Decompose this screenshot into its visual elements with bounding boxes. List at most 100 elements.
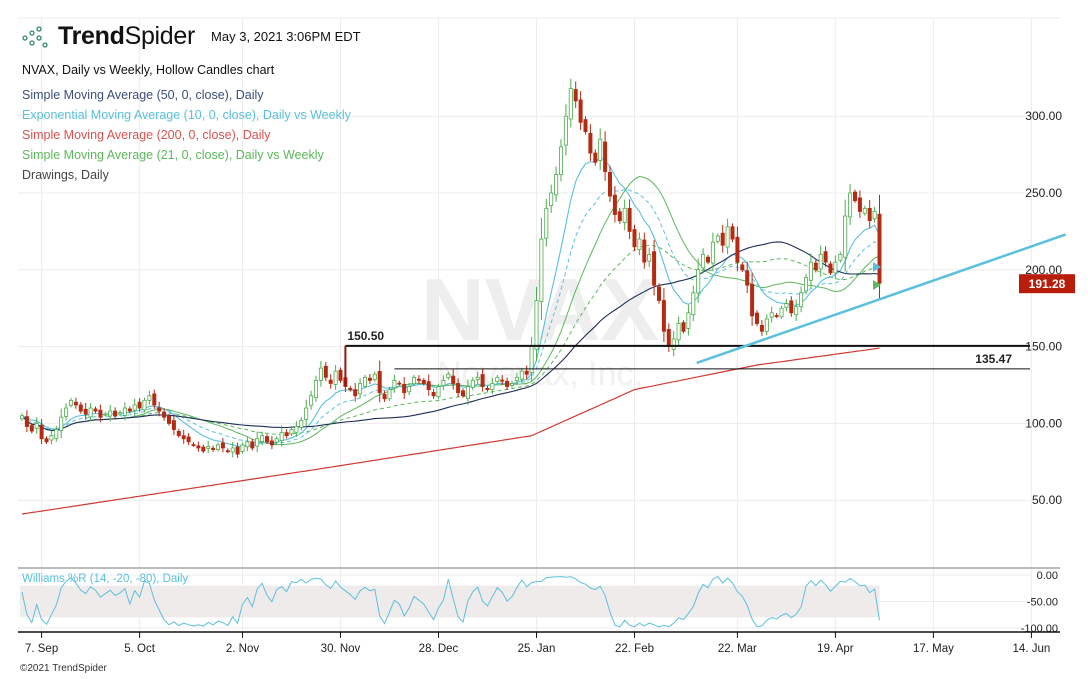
candle: [608, 172, 613, 197]
candle: [225, 450, 230, 453]
candle: [808, 261, 813, 281]
candle: [166, 415, 171, 424]
candle: [88, 407, 93, 418]
header: TrendSpider May 3, 2021 3:06PM EDT: [22, 22, 361, 51]
candle: [539, 238, 544, 302]
candle: [456, 383, 461, 394]
candle: [505, 380, 510, 387]
brand-bold: Trend: [58, 22, 125, 50]
legend-sma200[interactable]: Simple Moving Average (200, 0, close), D…: [22, 125, 351, 145]
candle: [103, 413, 108, 416]
candle: [416, 378, 421, 381]
candle: [500, 379, 505, 382]
legend-sma21[interactable]: Simple Moving Average (21, 0, close), Da…: [22, 145, 351, 165]
candle: [392, 379, 397, 389]
candle: [495, 376, 500, 383]
candle: [514, 376, 519, 382]
candle: [24, 416, 29, 427]
candle: [402, 383, 407, 394]
candle: [617, 211, 622, 222]
last-price-label: 191.28: [1029, 277, 1066, 291]
candle: [372, 373, 377, 380]
candle: [353, 389, 358, 397]
candle: [735, 236, 740, 263]
candle: [250, 441, 255, 449]
candle: [284, 432, 289, 437]
candle: [29, 425, 34, 432]
brand-logo: TrendSpider: [58, 22, 195, 51]
candle: [804, 277, 809, 292]
candle: [108, 410, 113, 417]
candle: [544, 207, 549, 239]
candle: [470, 379, 475, 388]
candle: [186, 436, 191, 443]
candle: [637, 238, 642, 250]
candle: [573, 89, 578, 102]
candle: [823, 251, 828, 263]
candle: [627, 207, 632, 232]
candle: [661, 300, 666, 332]
candle: [279, 432, 284, 442]
candle: [255, 438, 260, 447]
candle: [98, 409, 103, 418]
candle: [78, 404, 83, 412]
candle: [578, 99, 583, 123]
candle: [377, 371, 382, 394]
candle: [289, 429, 294, 435]
candle: [603, 141, 608, 172]
candle: [264, 436, 269, 443]
legend-drawings[interactable]: Drawings, Daily: [22, 165, 351, 185]
candle: [382, 394, 387, 400]
candle: [269, 440, 274, 446]
candle: [152, 393, 157, 406]
candle: [431, 391, 436, 397]
candle: [730, 226, 735, 240]
candle: [313, 379, 318, 398]
candle: [181, 435, 186, 440]
candle: [666, 328, 671, 347]
candle: [132, 404, 137, 411]
brand-light: Spider: [124, 22, 196, 50]
candle: [451, 375, 456, 384]
y-tick-label: 300.00: [1025, 109, 1062, 123]
candle: [632, 229, 637, 248]
oscillator-tick-label: -100.00: [1021, 623, 1058, 635]
oscillator-tick-label: -50.00: [1027, 597, 1058, 609]
candle: [568, 88, 573, 120]
candle: [49, 435, 54, 441]
x-tick-label: 14. Jun: [1013, 643, 1051, 655]
candle: [490, 383, 495, 391]
legend-chart-title: NVAX, Daily vs Weekly, Hollow Candles ch…: [22, 63, 275, 77]
candle: [211, 447, 216, 450]
candle: [652, 251, 657, 286]
candle: [348, 387, 353, 391]
candle: [460, 390, 465, 397]
candle: [475, 376, 480, 380]
candle: [407, 386, 412, 393]
legend-sma50[interactable]: Simple Moving Average (50, 0, close), Da…: [22, 85, 351, 105]
horizontal-level-label: 150.50: [347, 329, 384, 343]
candle: [465, 386, 470, 399]
candle: [642, 239, 647, 263]
candle: [299, 419, 304, 428]
candle: [480, 374, 485, 387]
candle: [44, 438, 49, 443]
candle: [764, 318, 769, 332]
candle: [328, 379, 333, 384]
candle: [872, 211, 877, 220]
candle: [196, 445, 201, 449]
candle: [720, 232, 725, 246]
candle: [201, 446, 206, 452]
candle: [235, 446, 240, 455]
candle: [759, 325, 764, 332]
x-tick-label: 2. Nov: [226, 643, 259, 655]
candle: [19, 415, 24, 420]
candle: [206, 446, 211, 449]
oscillator-title: Williams %R (14, -20, -80), Daily: [22, 573, 188, 585]
candle: [421, 379, 426, 384]
candle: [73, 401, 78, 406]
legend-ema10[interactable]: Exponential Moving Average (10, 0, close…: [22, 105, 351, 125]
timestamp: May 3, 2021 3:06PM EDT: [211, 29, 361, 44]
candle: [769, 312, 774, 318]
candle: [843, 215, 848, 258]
